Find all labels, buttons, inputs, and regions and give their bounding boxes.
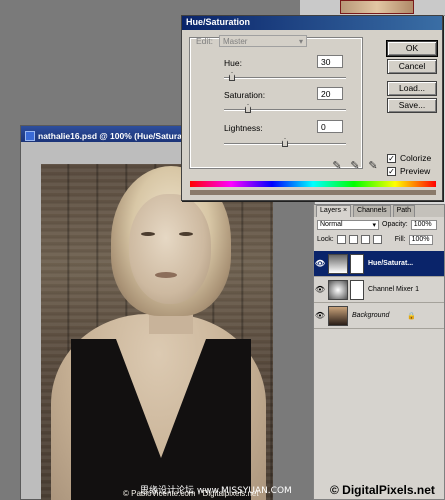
tab-paths[interactable]: Path [392,205,416,217]
adjusted-spectrum-bar [190,190,436,195]
hue-field[interactable]: 30 [317,55,343,68]
photo-canvas[interactable]: © PabloVicente.com - Digitalpixels.net [41,164,273,500]
checkmark-icon: ✓ [387,166,396,176]
edit-select[interactable]: Master ▾ [219,35,308,47]
model-lips [155,272,177,278]
blend-opacity-row: Normal ▾ Opacity: 100% [314,217,444,232]
eyedropper-minus-icon[interactable]: ✎ [366,159,380,173]
layers-panel: Layers × Channels Path Normal ▾ Opacity: … [313,204,445,500]
cancel-button[interactable]: Cancel [387,59,437,74]
lightness-label: Lightness: [224,123,263,133]
eye-visibility-icon[interactable]: 👁 [314,311,326,320]
channel-mixer-thumbnail-icon [328,279,348,300]
lightness-field[interactable]: 0 [317,120,343,133]
preview-checkbox[interactable]: ✓ Preview [387,166,430,176]
lock-transparent-icon[interactable] [336,235,346,244]
model-eye-right [179,232,193,236]
ok-button[interactable]: OK [386,40,438,57]
model-eye-left [141,232,155,236]
layers-panel-tabs: Layers × Channels Path [314,205,444,217]
saturation-label: Saturation: [224,90,266,100]
lock-icon: 🔒 [407,312,417,320]
eyedropper-icon[interactable]: ✎ [330,159,344,173]
tab-layers[interactable]: Layers × [316,205,352,217]
layer-row-background[interactable]: 👁 Background 🔒 [314,303,444,329]
adjustment-layer-thumbnail-icon [328,253,348,274]
lock-fill-row: Lock: Fill: 100% [314,232,444,247]
edit-value: Master [223,36,248,46]
dialog-titlebar[interactable]: Hue/Saturation [182,16,442,30]
layer-name: Channel Mixer 1 [368,286,419,293]
saturation-field[interactable]: 20 [317,87,343,100]
layer-mask-thumbnail [350,279,364,300]
lock-pixels-icon[interactable] [348,235,358,244]
checkmark-icon: ✓ [387,153,396,163]
eye-visibility-icon[interactable]: 👁 [314,285,326,294]
navigator-thumbnail [340,0,414,14]
blend-mode-select[interactable]: Normal ▾ [317,219,379,230]
saturation-slider-track[interactable] [224,109,346,111]
preview-label: Preview [400,166,431,176]
chevron-down-icon: ▾ [299,36,304,46]
save-button[interactable]: Save... [387,98,437,113]
opacity-value: 100% [413,221,432,228]
lock-all-icon[interactable] [372,235,382,244]
opacity-label: Opacity: [382,221,408,228]
opacity-field[interactable]: 100% [410,219,437,230]
model-face [129,194,211,304]
layer-mask-thumbnail [350,253,364,274]
load-button[interactable]: Load... [387,81,437,96]
hue-slider-track[interactable] [224,77,346,79]
edit-label: Edit: [196,36,214,46]
hue-spectrum-bar [190,181,436,187]
hue-saturation-dialog: Hue/Saturation Edit: Master ▾ Hue: 30 Sat… [181,15,443,201]
blend-mode-value: Normal [320,221,343,228]
layer-name: Background [352,312,390,319]
lock-position-icon[interactable] [360,235,370,244]
hue-label: Hue: [224,58,242,68]
fill-value: 100% [411,236,430,243]
background-thumbnail [328,305,348,326]
fill-field[interactable]: 100% [408,234,433,245]
colorize-checkbox[interactable]: ✓ Colorize [387,153,431,163]
edit-row: Edit: Master ▾ [196,35,308,47]
colorize-label: Colorize [400,153,432,163]
watermark-digitalpixels: © DigitalPixels.net [330,483,435,497]
layer-name: Hue/Saturat... [368,260,414,267]
tab-channels[interactable]: Channels [353,205,391,217]
chevron-down-icon: ▾ [372,221,376,229]
fill-label: Fill: [394,236,406,243]
lock-label: Lock: [317,236,334,243]
layer-row-hue-saturation[interactable]: 👁 Hue/Saturat... [314,251,444,277]
photoshop-doc-icon [25,130,35,141]
watermark-missyuan: 思缘设计论坛 www.MISSYUAN.COM [140,486,292,496]
eye-visibility-icon[interactable]: 👁 [314,259,326,268]
eyedropper-plus-icon[interactable]: ✎ [348,159,362,173]
layer-row-channel-mixer[interactable]: 👁 Channel Mixer 1 [314,277,444,303]
